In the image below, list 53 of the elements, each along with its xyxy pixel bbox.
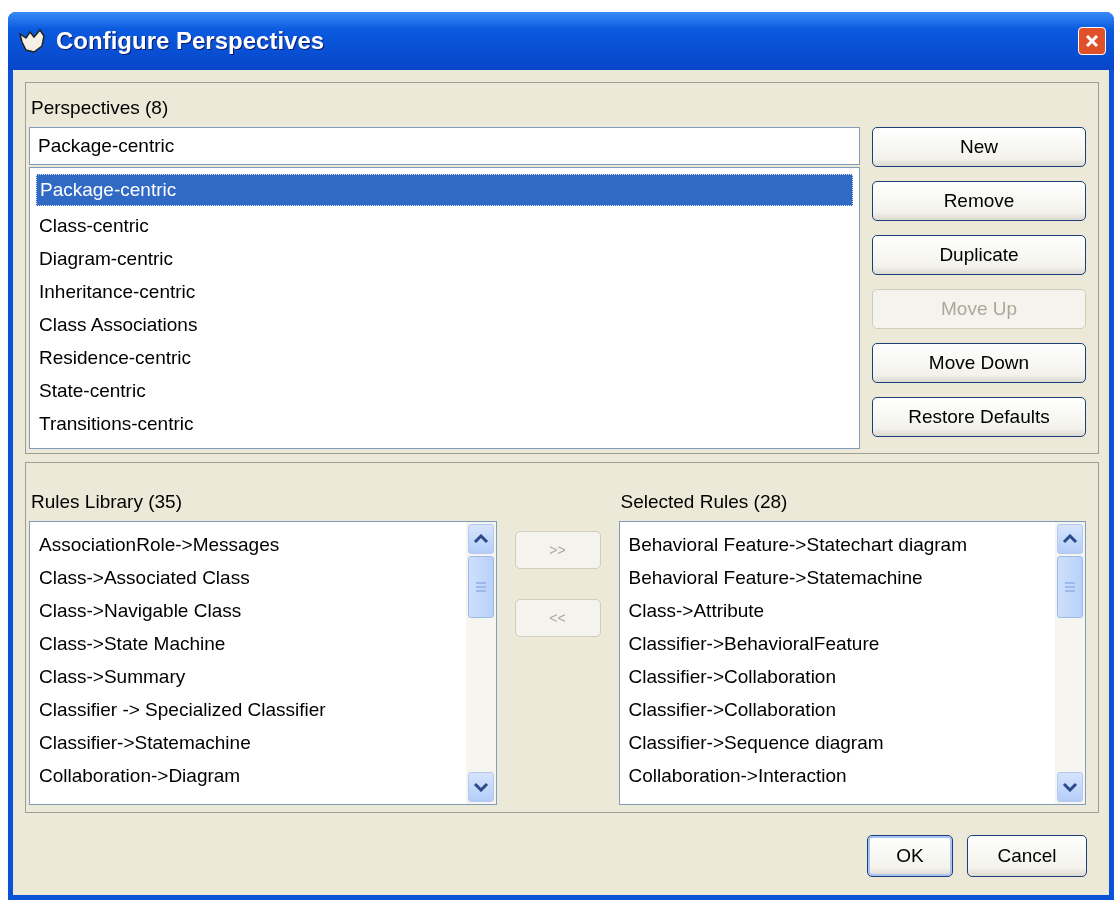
- grip-icon: [475, 581, 486, 593]
- window-title: Configure Perspectives: [56, 27, 326, 55]
- section-heading: Selected Rules (28): [620, 491, 789, 513]
- list-item[interactable]: Class->State Machine: [36, 627, 460, 660]
- action-button[interactable]: Remove: [872, 181, 1086, 221]
- action-button[interactable]: Move Down: [872, 343, 1086, 383]
- list-item[interactable]: Classifier -> Specialized Classifier: [36, 693, 460, 726]
- dialog-button[interactable]: Cancel: [967, 835, 1087, 877]
- list-item[interactable]: Behavioral Feature->Statechart diagram: [625, 528, 1049, 561]
- list-item[interactable]: Collaboration->Interaction: [625, 759, 1049, 792]
- action-button[interactable]: Restore Defaults: [872, 397, 1086, 437]
- section-heading: Rules Library (35): [31, 491, 183, 513]
- list-item[interactable]: Residence-centric: [36, 341, 853, 374]
- list-item[interactable]: Transitions-centric: [36, 407, 853, 440]
- list-item[interactable]: Class Associations: [36, 308, 853, 341]
- list-item[interactable]: Classifier->Statemachine: [36, 726, 460, 759]
- list-item[interactable]: Diagram-centric: [36, 242, 853, 275]
- list-item[interactable]: Class->Attribute: [625, 594, 1049, 627]
- scroll-up-button[interactable]: [467, 524, 494, 554]
- scroll-down-button[interactable]: [1057, 772, 1083, 802]
- close-icon: [1084, 33, 1100, 49]
- scroll-thumb[interactable]: [467, 556, 494, 618]
- chevron-down-icon: [1062, 782, 1078, 792]
- action-button[interactable]: New: [872, 127, 1086, 167]
- chevron-up-icon: [472, 534, 489, 544]
- list-item[interactable]: Package-centric: [36, 174, 853, 206]
- name-field[interactable]: Package-centric: [29, 127, 860, 165]
- list-item[interactable]: Classifier->Collaboration: [625, 660, 1049, 693]
- section-heading: Perspectives (8): [31, 97, 170, 119]
- scroll-up-button[interactable]: [1057, 524, 1083, 554]
- scrollbar[interactable]: [1055, 522, 1085, 804]
- list-item[interactable]: Class->Navigable Class: [36, 594, 460, 627]
- list-item[interactable]: Classifier->BehavioralFeature: [625, 627, 1049, 660]
- list-item[interactable]: Classifier->Collaboration: [625, 693, 1049, 726]
- list-item[interactable]: Inheritance-centric: [36, 275, 853, 308]
- scroll-down-button[interactable]: [467, 772, 494, 802]
- list-item[interactable]: Behavioral Feature->Statemachine: [625, 561, 1049, 594]
- list-item[interactable]: Class->Summary: [36, 660, 460, 693]
- list-item[interactable]: State-centric: [36, 374, 853, 407]
- list-item[interactable]: Class->Associated Class: [36, 561, 460, 594]
- list-item[interactable]: Classifier->Sequence diagram: [625, 726, 1049, 759]
- chevron-up-icon: [1062, 534, 1078, 544]
- list-item[interactable]: AssociationRole->Messages: [36, 528, 460, 561]
- list-item[interactable]: Class-centric: [36, 209, 853, 242]
- dialog-button[interactable]: OK: [867, 835, 953, 877]
- chevron-down-icon: [472, 782, 489, 792]
- list-item[interactable]: Collaboration->Diagram: [36, 759, 460, 792]
- action-button[interactable]: Duplicate: [872, 235, 1086, 275]
- grip-icon: [1065, 581, 1075, 593]
- app-logo-icon: [18, 28, 48, 54]
- scrollbar[interactable]: [465, 522, 496, 804]
- close-button[interactable]: [1078, 27, 1106, 55]
- scroll-thumb[interactable]: [1057, 556, 1083, 618]
